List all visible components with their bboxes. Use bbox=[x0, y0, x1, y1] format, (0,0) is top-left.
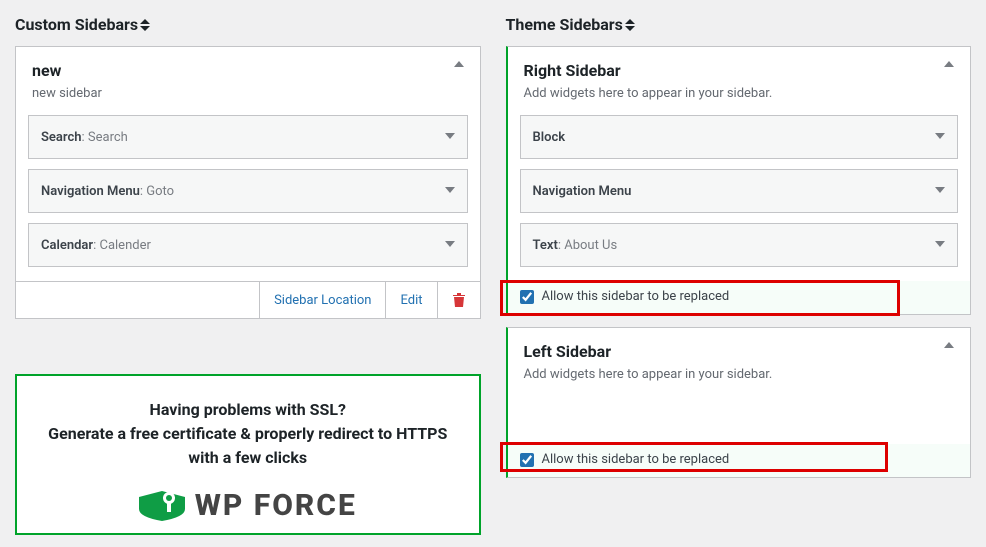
widget-value: About Us bbox=[564, 238, 617, 253]
widget-label: Text: About Us bbox=[533, 238, 618, 253]
collapse-caret-icon[interactable] bbox=[944, 342, 954, 348]
widget-name: Text bbox=[533, 238, 558, 253]
collapse-caret-icon[interactable] bbox=[944, 61, 954, 67]
sort-icon[interactable] bbox=[140, 19, 150, 31]
allow-replace-checkbox[interactable] bbox=[520, 290, 534, 304]
sidebar-actions: Sidebar Location Edit bbox=[16, 281, 480, 318]
widget-label: Search: Search bbox=[41, 130, 128, 145]
widgets-list-empty bbox=[508, 396, 971, 444]
widget-value: Goto bbox=[146, 184, 174, 199]
allow-replace-label[interactable]: Allow this sidebar to be replaced bbox=[542, 452, 730, 467]
sidebar-description: new sidebar bbox=[32, 86, 464, 101]
allow-replace-row: Allow this sidebar to be replaced bbox=[508, 281, 971, 314]
promo-box: Having problems with SSL? Generate a fre… bbox=[15, 374, 481, 535]
sidebar-description: Add widgets here to appear in your sideb… bbox=[524, 86, 955, 101]
widget-name: Calendar bbox=[41, 238, 93, 253]
sidebar-title: Right Sidebar bbox=[524, 61, 955, 80]
widget-item[interactable]: Text: About Us bbox=[520, 223, 959, 267]
widget-value: Search bbox=[88, 130, 128, 145]
custom-sidebar-new: new new sidebar Search: Search Navigatio… bbox=[15, 46, 481, 319]
widget-name: Navigation Menu bbox=[41, 184, 140, 199]
widget-item[interactable]: Block bbox=[520, 115, 959, 159]
theme-sidebar-left: Left Sidebar Add widgets here to appear … bbox=[506, 327, 972, 478]
sidebar-location-button[interactable]: Sidebar Location bbox=[259, 282, 385, 318]
widgets-list: Block Navigation Menu Text: About Us bbox=[508, 105, 971, 281]
sidebar-title: Left Sidebar bbox=[524, 342, 955, 361]
chevron-down-icon bbox=[445, 238, 455, 253]
widget-item[interactable]: Navigation Menu: Goto bbox=[28, 169, 468, 213]
allow-replace-checkbox[interactable] bbox=[520, 453, 534, 467]
promo-text: Having problems with SSL? Generate a fre… bbox=[37, 398, 459, 470]
delete-button[interactable] bbox=[437, 282, 480, 318]
widgets-list: Search: Search Navigation Menu: Goto Cal… bbox=[16, 105, 480, 281]
chevron-down-icon bbox=[445, 130, 455, 145]
sort-icon[interactable] bbox=[625, 19, 635, 31]
heading-text: Custom Sidebars bbox=[15, 15, 138, 34]
custom-sidebars-column: Custom Sidebars new new sidebar Search: … bbox=[15, 15, 481, 535]
promo-logo: WP FORCE bbox=[37, 488, 459, 523]
widget-item[interactable]: Navigation Menu bbox=[520, 169, 959, 213]
sidebar-header: Left Sidebar Add widgets here to appear … bbox=[508, 328, 971, 396]
widget-item[interactable]: Calendar: Calender bbox=[28, 223, 468, 267]
spacer bbox=[16, 282, 259, 318]
sidebar-description: Add widgets here to appear in your sideb… bbox=[524, 367, 955, 382]
sidebar-header: Right Sidebar Add widgets here to appear… bbox=[508, 47, 971, 105]
chevron-down-icon bbox=[935, 184, 945, 199]
allow-replace-label[interactable]: Allow this sidebar to be replaced bbox=[542, 289, 730, 304]
sidebar-header: new new sidebar bbox=[16, 47, 480, 105]
promo-line2: Generate a free certificate & properly r… bbox=[48, 424, 447, 467]
chevron-down-icon bbox=[935, 238, 945, 253]
allow-replace-row: Allow this sidebar to be replaced bbox=[508, 444, 971, 477]
promo-line1: Having problems with SSL? bbox=[150, 400, 346, 419]
theme-sidebars-heading: Theme Sidebars bbox=[506, 15, 972, 34]
theme-sidebar-right: Right Sidebar Add widgets here to appear… bbox=[506, 46, 972, 315]
widget-label: Navigation Menu bbox=[533, 184, 632, 199]
trash-icon bbox=[452, 292, 466, 308]
chevron-down-icon bbox=[935, 130, 945, 145]
widget-label: Block bbox=[533, 130, 566, 145]
widget-value: Calender bbox=[99, 238, 150, 253]
edit-button[interactable]: Edit bbox=[385, 282, 436, 318]
widget-label: Navigation Menu: Goto bbox=[41, 184, 174, 199]
shield-icon bbox=[139, 491, 185, 521]
sidebar-title: new bbox=[32, 61, 464, 80]
chevron-down-icon bbox=[445, 184, 455, 199]
collapse-caret-icon[interactable] bbox=[454, 61, 464, 67]
widget-name: Search bbox=[41, 130, 82, 145]
heading-text: Theme Sidebars bbox=[506, 15, 623, 34]
promo-logo-text: WP FORCE bbox=[195, 488, 357, 523]
theme-sidebars-column: Theme Sidebars Right Sidebar Add widgets… bbox=[506, 15, 972, 535]
custom-sidebars-heading: Custom Sidebars bbox=[15, 15, 481, 34]
widget-item[interactable]: Search: Search bbox=[28, 115, 468, 159]
widget-label: Calendar: Calender bbox=[41, 238, 151, 253]
